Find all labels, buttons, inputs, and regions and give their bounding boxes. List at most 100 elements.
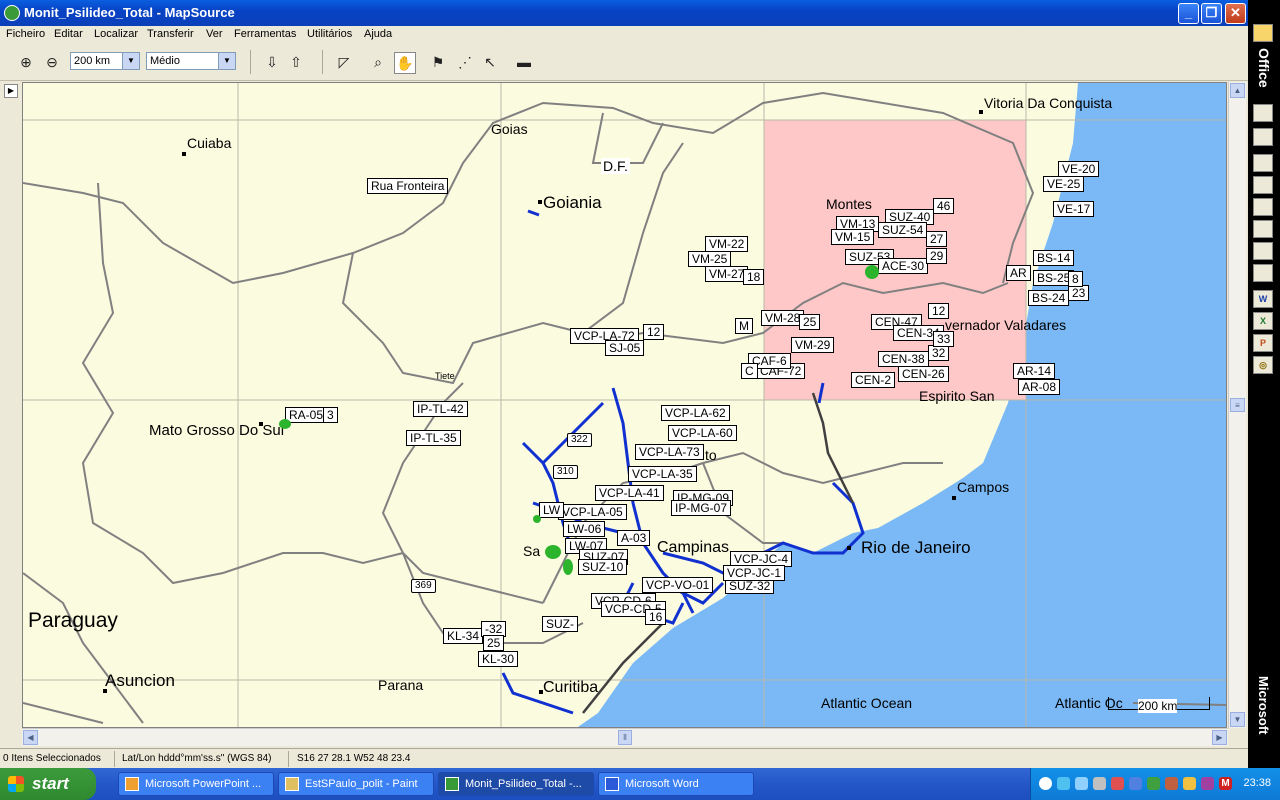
zoom-tool-icon[interactable]: ⌕	[368, 52, 388, 72]
close-button[interactable]: ✕	[1225, 3, 1246, 24]
waypoint[interactable]: VCP-VO-01	[640, 576, 714, 593]
scroll-up-icon[interactable]: ▲	[1230, 83, 1245, 98]
waypoint[interactable]: BS-24	[1026, 289, 1070, 306]
note-icon[interactable]	[1253, 264, 1273, 282]
waypoint[interactable]: VCP-JC-1	[721, 564, 786, 581]
zoom-in-icon[interactable]: ⊕	[16, 52, 36, 72]
marker-cluster[interactable]	[545, 545, 561, 559]
waypoint[interactable]: VCP-LA-73	[634, 443, 704, 460]
route-tool-icon[interactable]: ⋰	[455, 52, 475, 72]
marker-cluster[interactable]	[865, 265, 879, 279]
waypoint[interactable]: VCP-LA-35	[627, 465, 697, 482]
scroll-right-icon[interactable]: ▶	[1212, 730, 1227, 745]
waypoint[interactable]: IP-TL-42	[412, 400, 468, 417]
waypoint[interactable]: VM-29	[789, 336, 835, 353]
receive-from-device-icon[interactable]: ⇩	[262, 52, 282, 72]
waypoint[interactable]: 27	[924, 230, 948, 247]
chevron-down-icon[interactable]: ▼	[122, 53, 139, 69]
waypoint[interactable]: AR-14	[1011, 362, 1056, 379]
mail-alert-icon[interactable]: M	[1219, 777, 1232, 790]
waypoint[interactable]: 33	[931, 330, 955, 347]
messenger-icon[interactable]	[1201, 777, 1214, 790]
map-canvas[interactable]: Vitoria Da Conquista Goias Cuiaba D.F. G…	[22, 82, 1227, 728]
waypoint[interactable]: VM-28	[759, 309, 805, 326]
city-campos[interactable]: Campos	[957, 479, 1009, 495]
mail-icon[interactable]	[1253, 154, 1273, 172]
journal-icon[interactable]	[1253, 242, 1273, 260]
menu-ferramentas[interactable]: Ferramentas	[234, 28, 296, 40]
waypoint[interactable]: Rua Fronteira	[365, 177, 449, 194]
waypoint[interactable]: CEN-26	[897, 365, 949, 382]
measure-tool-icon[interactable]: ▬	[514, 52, 534, 72]
waypoint[interactable]: IP-TL-35	[405, 429, 461, 446]
update-icon[interactable]	[1165, 777, 1178, 790]
waypoint[interactable]: 12	[926, 302, 950, 319]
waypoint[interactable]: KL-34	[441, 627, 484, 644]
waypoint[interactable]: VE-17	[1051, 200, 1095, 217]
waypoint[interactable]: VM-15	[829, 228, 875, 245]
city-rio-de-janeiro[interactable]: Rio de Janeiro	[861, 538, 971, 558]
waypoint[interactable]: 46	[931, 197, 955, 214]
task-icon[interactable]	[1253, 198, 1273, 216]
waypoint[interactable]: VE-20	[1056, 160, 1100, 177]
menu-ajuda[interactable]: Ajuda	[364, 28, 392, 40]
vertical-scrollbar[interactable]: ▲ ≡ ▼	[1228, 82, 1246, 728]
folder-icon[interactable]	[1253, 24, 1273, 42]
menu-utilitarios[interactable]: Utilitários	[307, 28, 352, 40]
waypoint[interactable]: 12	[641, 323, 665, 340]
waypoint[interactable]: VM-25	[686, 250, 732, 267]
waypoint[interactable]: C	[740, 362, 758, 379]
new-document-icon[interactable]	[1253, 104, 1273, 122]
marker-cluster[interactable]	[533, 515, 541, 523]
city-curitiba[interactable]: Curitiba	[543, 679, 598, 697]
city-espirito-santo[interactable]: Espirito San	[919, 388, 994, 404]
contact-icon[interactable]	[1253, 220, 1273, 238]
zoom-out-icon[interactable]: ⊖	[42, 52, 62, 72]
waypoint[interactable]: 25	[797, 313, 821, 330]
excel-icon[interactable]: X	[1253, 312, 1273, 330]
city-goiania[interactable]: Goiania	[543, 193, 602, 213]
menu-transferir[interactable]: Transferir	[147, 28, 194, 40]
task-paint[interactable]: EstSPaulo_polit - Paint	[278, 772, 434, 796]
task-powerpoint[interactable]: Microsoft PowerPoint ...	[118, 772, 274, 796]
marker-cluster[interactable]	[563, 559, 573, 575]
waypoint[interactable]: LW-06	[561, 520, 606, 537]
city-montes[interactable]: Montes	[826, 196, 872, 212]
powerpoint-icon[interactable]: P	[1253, 334, 1273, 352]
waypoint[interactable]: SJ-05	[603, 339, 645, 356]
waypoint[interactable]: CEN-38	[877, 350, 929, 367]
access-icon[interactable]: ◎	[1253, 356, 1273, 374]
waypoint[interactable]: 23	[1066, 284, 1090, 301]
scroll-thumb[interactable]: ≡	[1230, 398, 1245, 412]
menu-ficheiro[interactable]: Ficheiro	[6, 28, 45, 40]
horizontal-scrollbar[interactable]: ◀ ⦀ ▶	[22, 728, 1228, 746]
security-icon[interactable]	[1111, 777, 1124, 790]
waypoint[interactable]: VCP-LA-05	[557, 503, 627, 520]
tray-back-icon[interactable]	[1039, 777, 1052, 790]
waypoint[interactable]: 3	[322, 406, 338, 423]
maximize-button[interactable]: ❐	[1201, 3, 1222, 24]
waypoint[interactable]: VM-27	[703, 265, 749, 282]
menu-localizar[interactable]: Localizar	[94, 28, 138, 40]
waypoint[interactable]: 29	[924, 247, 948, 264]
city-vitoria-da-conquista[interactable]: Vitoria Da Conquista	[984, 95, 1112, 111]
waypoint[interactable]: 32	[926, 344, 950, 361]
volume-icon[interactable]	[1183, 777, 1196, 790]
waypoint[interactable]: KL-30	[476, 650, 519, 667]
menu-editar[interactable]: Editar	[54, 28, 83, 40]
waypoint[interactable]: CEN-2	[849, 371, 896, 388]
display-icon[interactable]	[1129, 777, 1142, 790]
waypoint[interactable]: SUZ-	[541, 615, 578, 632]
network-icon[interactable]	[1057, 777, 1070, 790]
waypoint[interactable]: AR	[1005, 264, 1031, 281]
waypoint[interactable]: A-03	[615, 529, 651, 546]
select-tool-icon[interactable]: ↖	[480, 52, 500, 72]
waypoint[interactable]: VCP-LA-60	[667, 424, 737, 441]
word-icon[interactable]: W	[1253, 290, 1273, 308]
start-button[interactable]: start	[0, 768, 96, 800]
usb-icon[interactable]	[1093, 777, 1106, 790]
minimize-button[interactable]: _	[1178, 3, 1199, 24]
waypoint[interactable]: VCP-LA-62	[660, 404, 730, 421]
hand-tool-icon[interactable]: ✋	[394, 52, 416, 74]
waypoint[interactable]: VE-25	[1041, 175, 1085, 192]
